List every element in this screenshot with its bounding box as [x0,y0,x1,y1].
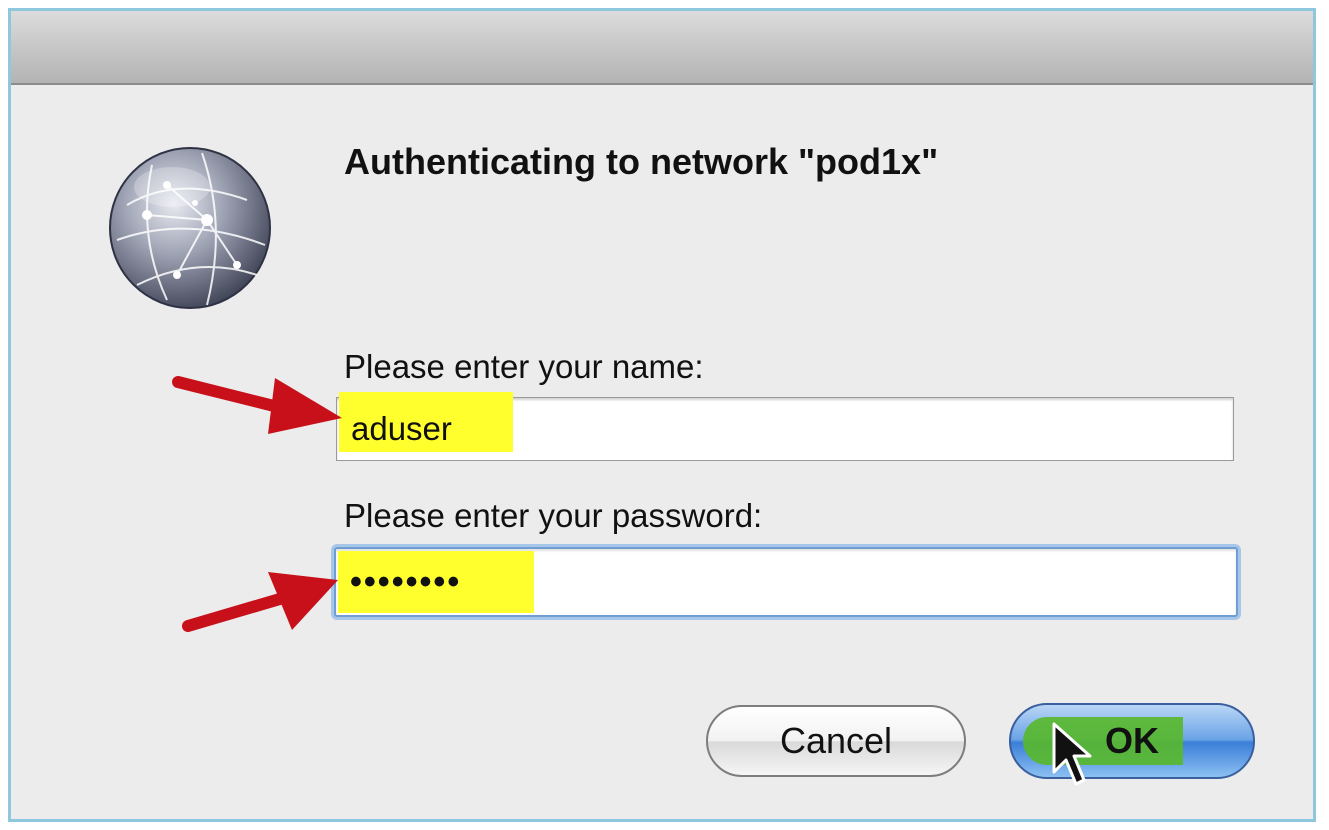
cancel-button[interactable]: Cancel [706,705,966,777]
dialog-heading: Authenticating to network "pod1x" [344,141,939,182]
mouse-cursor-icon [1052,722,1092,786]
name-input[interactable]: aduser [336,392,1234,461]
name-value: aduser [351,410,452,447]
ok-button[interactable]: OK [1009,703,1255,779]
password-value: •••••••• [350,563,462,601]
password-label: Please enter your password: [344,497,763,534]
name-label: Please enter your name: [344,348,704,385]
ok-highlight [1023,717,1183,765]
ok-button-label: OK [1105,720,1159,761]
red-arrow-icon [172,376,342,434]
dialog-titlebar[interactable] [11,11,1313,85]
network-globe-icon [109,147,271,309]
red-arrow-icon [182,572,338,632]
password-input[interactable]: •••••••• [334,547,1238,617]
cancel-button-label: Cancel [779,720,893,761]
